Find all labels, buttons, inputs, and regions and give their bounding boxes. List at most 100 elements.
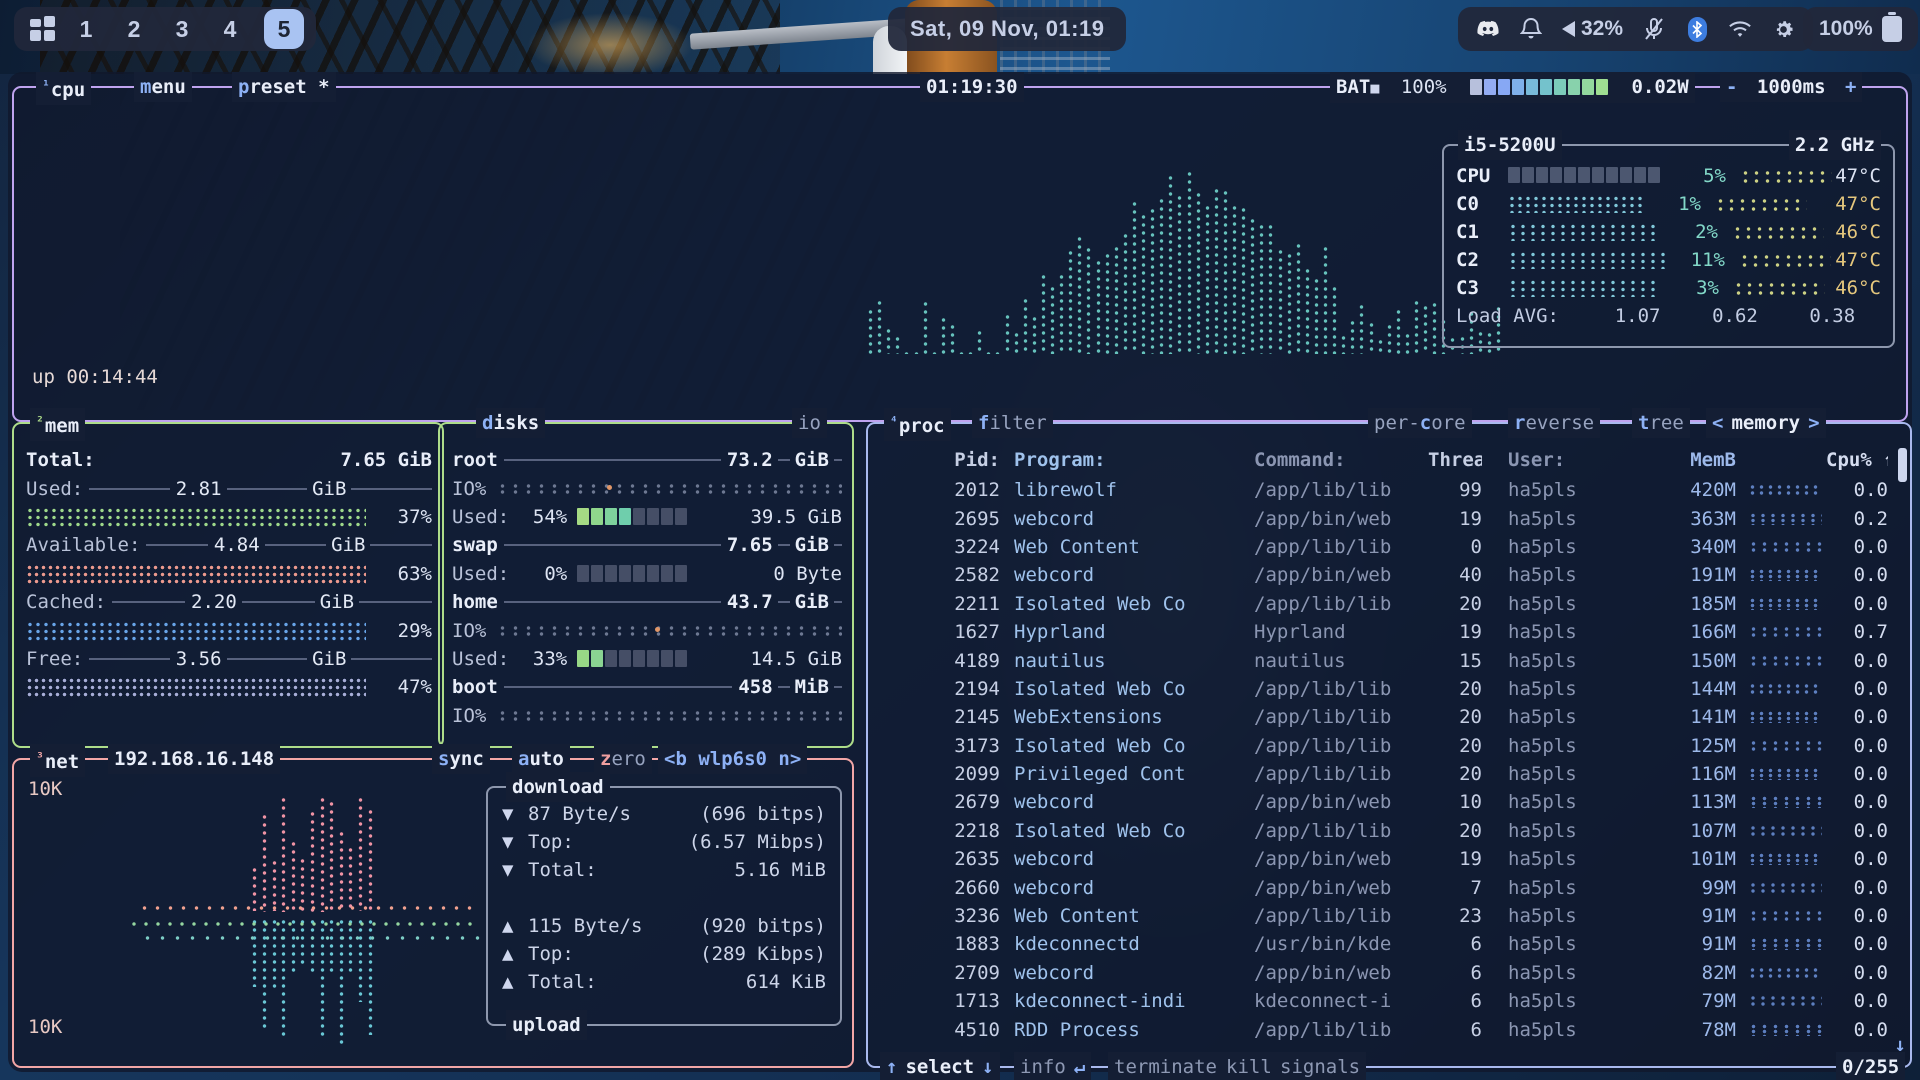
- battery-square-icon: ■: [1370, 79, 1379, 97]
- menu-button[interactable]: menu: [134, 72, 192, 102]
- mem-graph-cached: 29%: [26, 616, 432, 644]
- battery-icon: [1882, 16, 1902, 42]
- cpu-frequency: 2.2 GHz: [1789, 130, 1881, 160]
- sort-prev-icon[interactable]: <: [1712, 412, 1723, 434]
- net-up-row: ▲Top:(289 Kibps): [488, 940, 840, 968]
- process-row-3173[interactable]: 3173Isolated Web Co/app/lib/lib20ha5pls1…: [878, 732, 1898, 760]
- proc-box-title[interactable]: ⁴proc: [884, 408, 951, 441]
- auto-button[interactable]: auto: [512, 744, 570, 774]
- mem-box-title[interactable]: ²mem: [30, 408, 85, 441]
- sort-selector[interactable]: <memory>: [1706, 408, 1826, 438]
- terminate-button[interactable]: terminate: [1108, 1052, 1223, 1080]
- disk-used-row-root: Used:54%39.5 GiB: [452, 503, 842, 531]
- core-row-c2: C211%47°C: [1444, 246, 1893, 274]
- process-scrollbar[interactable]: [1898, 448, 1907, 482]
- workspace-button-1[interactable]: 1: [66, 9, 106, 49]
- net-up-row: ▲115 Byte/s(920 bitps): [488, 912, 840, 940]
- mem-row-available: Available:4.84GiB: [26, 531, 432, 559]
- cpu-box-title[interactable]: ¹cpu: [36, 72, 91, 105]
- battery-indicator[interactable]: 100%: [1803, 7, 1918, 51]
- workspace-list: 12345: [66, 9, 304, 49]
- bell-icon[interactable]: [1519, 17, 1543, 41]
- download-label: download: [506, 772, 610, 802]
- net-down-row: ▼Top:(6.57 Mibps): [488, 828, 840, 856]
- process-row-2099[interactable]: 2099Privileged Cont/app/lib/lib20ha5pls1…: [878, 760, 1898, 788]
- disk-row-home: home43.7GiB: [452, 588, 842, 616]
- disk-io-row-home: IO%: [452, 616, 842, 644]
- clock[interactable]: Sat, 09 Nov, 01:19: [888, 7, 1126, 51]
- reverse-button[interactable]: reverse: [1508, 408, 1600, 438]
- interval-minus-button[interactable]: -: [1726, 76, 1737, 98]
- load-average-row: Load AVG:1.070.620.38: [1444, 302, 1893, 330]
- tree-button[interactable]: tree: [1632, 408, 1690, 438]
- process-row-2194[interactable]: 2194Isolated Web Co/app/lib/lib20ha5pls1…: [878, 675, 1898, 703]
- process-row-2012[interactable]: 2012librewolf/app/lib/lib99ha5pls420M0.0: [878, 476, 1898, 504]
- process-row-3224[interactable]: 3224Web Content/app/lib/lib0ha5pls340M0.…: [878, 533, 1898, 561]
- discord-icon[interactable]: [1476, 17, 1500, 41]
- wifi-icon[interactable]: [1728, 17, 1752, 41]
- per-core-button[interactable]: per-core: [1368, 408, 1472, 438]
- memory-box: ²mem Total:7.65 GiBUsed:2.81GiB37%Availa…: [12, 422, 444, 748]
- signals-button[interactable]: signals: [1274, 1052, 1366, 1080]
- disk-list: root73.2GiBIO%Used:54%39.5 GiBswap7.65Gi…: [452, 446, 842, 730]
- preset-button[interactable]: preset *: [232, 72, 336, 102]
- sort-next-icon[interactable]: >: [1808, 412, 1819, 434]
- sort-direction-icon[interactable]: ↑: [1883, 449, 1888, 471]
- disk-row-boot: boot458MiB: [452, 673, 842, 701]
- process-row-2660[interactable]: 2660webcord/app/bin/web7ha5pls99M0.0: [878, 873, 1898, 901]
- gear-icon[interactable]: [1771, 17, 1795, 41]
- sync-button[interactable]: sync: [432, 744, 490, 774]
- info-button[interactable]: info↵: [1014, 1052, 1091, 1080]
- process-row-2582[interactable]: 2582webcord/app/bin/web40ha5pls191M0.0: [878, 561, 1898, 589]
- core-row-c1: C12%46°C: [1444, 218, 1893, 246]
- net-up-row: ▲Total:614 KiB: [488, 968, 840, 996]
- workspace-button-3[interactable]: 3: [162, 9, 202, 49]
- process-row-2695[interactable]: 2695webcord/app/bin/web19ha5pls363M0.2: [878, 504, 1898, 532]
- disks-box-title[interactable]: disks: [476, 408, 545, 438]
- process-row-1883[interactable]: 1883kdeconnectd/usr/bin/kde6ha5pls91M0.0: [878, 930, 1898, 958]
- io-mode-button[interactable]: io: [792, 408, 827, 438]
- process-row-2635[interactable]: 2635webcord/app/bin/web19ha5pls101M0.0: [878, 845, 1898, 873]
- battery-status: BAT■ 100% 0.02W: [1330, 72, 1695, 103]
- process-row-2679[interactable]: 2679webcord/app/bin/web10ha5pls113M0.0: [878, 788, 1898, 816]
- disks-box: disks io root73.2GiBIO%Used:54%39.5 GiBs…: [438, 422, 854, 748]
- launcher-icon[interactable]: [30, 16, 56, 42]
- workspace-button-2[interactable]: 2: [114, 9, 154, 49]
- process-row-1713[interactable]: 1713kdeconnect-indikdeconnect-i6ha5pls79…: [878, 987, 1898, 1015]
- process-row-1627[interactable]: 1627HyprlandHyprland19ha5pls166M0.7: [878, 618, 1898, 646]
- process-row-2145[interactable]: 2145WebExtensions/app/lib/lib20ha5pls141…: [878, 703, 1898, 731]
- process-row-4189[interactable]: 4189nautilusnautilus15ha5pls150M0.0: [878, 646, 1898, 674]
- mic-muted-icon[interactable]: [1642, 17, 1666, 41]
- cpu-box: ¹cpu menu preset * 01:19:30 BAT■ 100% 0.…: [12, 86, 1908, 422]
- filter-button[interactable]: filter: [972, 408, 1053, 438]
- process-row-3236[interactable]: 3236Web Content/app/lib/lib23ha5pls91M0.…: [878, 902, 1898, 930]
- mem-graph-free: 47%: [26, 673, 432, 701]
- core-row-cpu: CPU5%47°C: [1444, 162, 1893, 190]
- clock-text: Sat, 09 Nov, 01:19: [910, 16, 1104, 42]
- select-control[interactable]: ↑select↓: [880, 1052, 1000, 1080]
- kill-button[interactable]: kill: [1220, 1052, 1278, 1080]
- sort-column-header[interactable]: Cpu% ↑: [1826, 449, 1888, 471]
- clock-readout: 01:19:30: [920, 72, 1024, 102]
- workspaces-pill: 12345: [14, 7, 316, 51]
- memory-stats: Total:7.65 GiBUsed:2.81GiB37%Available:4…: [26, 446, 432, 702]
- process-row-4510[interactable]: 4510RDD Process/app/lib/lib6ha5pls78M0.0: [878, 1015, 1898, 1043]
- update-interval: - 1000ms +: [1720, 72, 1862, 102]
- zero-button[interactable]: zero: [594, 744, 652, 774]
- volume-control[interactable]: 32%: [1562, 17, 1623, 41]
- mem-graph-used: 37%: [26, 503, 432, 531]
- process-row-2218[interactable]: 2218Isolated Web Co/app/lib/lib20ha5pls1…: [878, 817, 1898, 845]
- workspace-button-4[interactable]: 4: [210, 9, 250, 49]
- network-stats-panel: download ▼87 Byte/s(696 bitps)▼Top:(6.57…: [486, 786, 842, 1026]
- process-box: ⁴proc filter per-core reverse tree <memo…: [866, 422, 1912, 1068]
- mem-total-row: Total:7.65 GiB: [26, 446, 432, 474]
- net-down-row: ▼87 Byte/s(696 bitps): [488, 800, 840, 828]
- ip-address: 192.168.16.148: [108, 744, 280, 774]
- workspace-button-5[interactable]: 5: [264, 9, 304, 49]
- interface-selector[interactable]: <b wlp6s0 n>: [658, 744, 807, 774]
- process-row-2709[interactable]: 2709webcord/app/bin/web6ha5pls82M0.0: [878, 959, 1898, 987]
- bluetooth-icon[interactable]: [1685, 17, 1709, 41]
- interval-plus-button[interactable]: +: [1845, 76, 1856, 98]
- net-box-title[interactable]: ³net: [30, 744, 85, 777]
- process-row-2211[interactable]: 2211Isolated Web Co/app/lib/lib20ha5pls1…: [878, 590, 1898, 618]
